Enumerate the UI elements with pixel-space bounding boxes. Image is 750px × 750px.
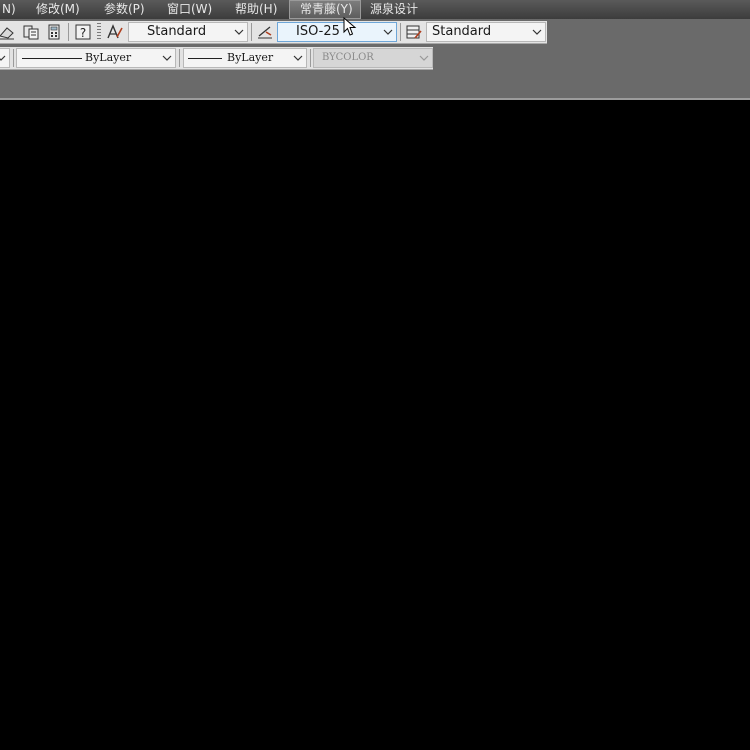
menu-item-yuanquan-design[interactable]: 源泉设计 <box>366 0 422 19</box>
color-control-dropdown[interactable] <box>0 48 10 68</box>
toolbar-grip[interactable] <box>97 23 101 41</box>
svg-text:?: ? <box>80 26 86 40</box>
calculator-button[interactable] <box>44 22 64 42</box>
chevron-down-icon <box>532 29 542 35</box>
dimension-style-icon <box>258 26 272 39</box>
styles-toolbar: ? Standard ISO-25 Standard <box>0 21 547 44</box>
drawing-canvas[interactable] <box>0 100 750 750</box>
chevron-down-icon <box>383 29 393 35</box>
toolbar-separator <box>400 23 401 41</box>
dimension-style-dropdown[interactable]: ISO-25 <box>277 22 397 42</box>
lineweight-sample <box>188 58 222 59</box>
table-style-value: Standard <box>432 24 492 39</box>
properties-toolbar: ByLayer ByLayer BYCOLOR <box>0 47 433 70</box>
menu-item-parametric[interactable]: 参数(P) <box>100 0 149 19</box>
plot-style-dropdown: BYCOLOR <box>313 48 433 68</box>
text-style-icon <box>107 24 123 39</box>
quickcalc-tool-button[interactable] <box>21 22 41 42</box>
toolbar-separator <box>310 49 311 67</box>
toolbar-separator <box>179 49 180 67</box>
chevron-down-icon <box>0 55 6 61</box>
help-button[interactable]: ? <box>73 22 93 42</box>
chevron-down-icon <box>162 55 172 61</box>
mouse-pointer-icon <box>343 17 357 36</box>
table-style-icon <box>406 25 422 39</box>
menu-item-window[interactable]: 窗口(W) <box>163 0 216 19</box>
table-style-dropdown[interactable]: Standard <box>426 22 546 42</box>
linetype-value: ByLayer <box>85 51 132 64</box>
chevron-down-icon <box>419 55 429 61</box>
lineweight-dropdown[interactable]: ByLayer <box>183 48 307 68</box>
plot-style-value: BYCOLOR <box>322 52 374 63</box>
text-style-value: Standard <box>147 24 207 39</box>
toolbar-separator <box>13 49 14 67</box>
menu-item-help[interactable]: 帮助(H) <box>231 0 281 19</box>
calculator-clip-icon <box>23 25 39 40</box>
toolbar-separator <box>251 23 252 41</box>
eraser-icon <box>0 27 14 40</box>
menu-item-dimension[interactable]: N) <box>0 0 20 19</box>
autocad-window: N) 修改(M) 参数(P) 窗口(W) 帮助(H) 常青藤(Y) 源泉设计 ?… <box>0 0 750 750</box>
dimension-style-button[interactable] <box>255 22 275 42</box>
table-style-button[interactable] <box>404 22 424 42</box>
linetype-sample <box>22 58 82 59</box>
dimension-style-value: ISO-25 <box>296 24 340 39</box>
toolbar-separator <box>68 23 69 41</box>
lineweight-value: ByLayer <box>227 51 274 64</box>
menu-bar: N) 修改(M) 参数(P) 窗口(W) 帮助(H) 常青藤(Y) 源泉设计 <box>0 0 750 19</box>
linetype-dropdown[interactable]: ByLayer <box>16 48 176 68</box>
chevron-down-icon <box>293 55 303 61</box>
eraser-tool-button[interactable] <box>0 22 17 42</box>
chevron-down-icon <box>234 29 244 35</box>
calculator-icon <box>48 24 60 40</box>
menu-item-modify[interactable]: 修改(M) <box>32 0 84 19</box>
text-style-button[interactable] <box>105 22 125 42</box>
text-style-dropdown[interactable]: Standard <box>128 22 248 42</box>
help-question-icon: ? <box>75 24 91 40</box>
